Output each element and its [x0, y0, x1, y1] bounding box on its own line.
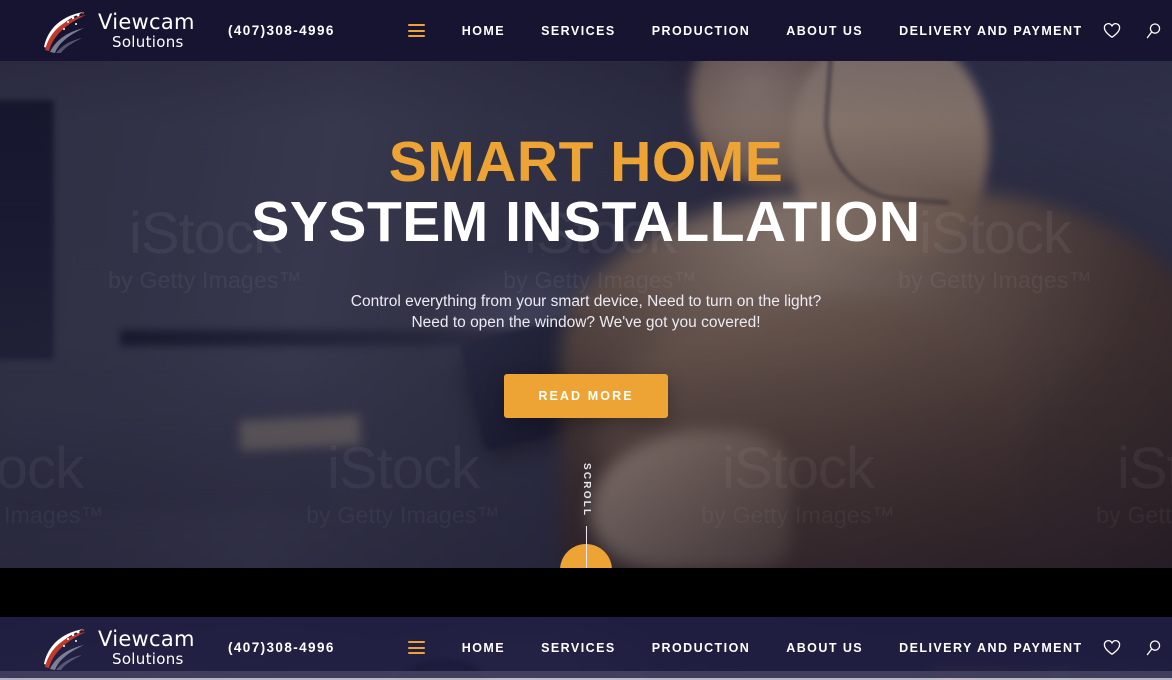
logo-name-line1: Viewcam: [98, 9, 195, 34]
nav-item-home[interactable]: HOME: [444, 24, 523, 38]
hamburger-line: [407, 646, 425, 649]
search-button-secondary[interactable]: [1143, 637, 1165, 659]
swoosh-logo-icon: [38, 626, 94, 670]
site-header-secondary: Viewcam Solutions (407)308-4996 HOME SER…: [0, 617, 1172, 678]
black-divider-band: [0, 568, 1172, 617]
main-navigation-secondary: HOME SERVICES PRODUCTION ABOUT US DELIVE…: [407, 641, 1101, 655]
logo-name-line2: Solutions: [112, 32, 184, 51]
read-more-button[interactable]: READ MORE: [504, 374, 668, 419]
logo-name-line2: Solutions: [112, 649, 184, 668]
magnifier-icon: [1146, 22, 1160, 38]
site-header: Viewcam Solutions (407)308-4996 HOME SER…: [0, 0, 1172, 61]
header-actions: [1101, 20, 1172, 42]
search-button[interactable]: [1143, 20, 1165, 42]
logo-text: Viewcam Solutions: [98, 9, 195, 51]
wishlist-button[interactable]: [1101, 20, 1123, 42]
nav-item-production[interactable]: PRODUCTION: [634, 24, 769, 38]
scroll-label: SCROLL: [581, 463, 592, 518]
nav-item-production-secondary[interactable]: PRODUCTION: [634, 641, 769, 655]
header-actions-secondary: [1101, 637, 1172, 659]
nav-item-about-us-secondary[interactable]: ABOUT US: [768, 641, 881, 655]
hamburger-line: [407, 652, 425, 654]
nav-item-services[interactable]: SERVICES: [523, 24, 634, 38]
nav-item-delivery-and-payment-secondary[interactable]: DELIVERY AND PAYMENT: [881, 641, 1100, 655]
header-phone[interactable]: (407)308-4996: [228, 23, 335, 38]
heart-icon: [1103, 639, 1120, 655]
logo-secondary[interactable]: Viewcam Solutions: [38, 626, 195, 670]
nav-item-home-secondary[interactable]: HOME: [444, 641, 523, 655]
nav-item-delivery-and-payment[interactable]: DELIVERY AND PAYMENT: [881, 24, 1100, 38]
hamburger-line: [407, 641, 425, 643]
logo[interactable]: Viewcam Solutions: [38, 9, 195, 53]
hamburger-line: [407, 29, 425, 32]
hamburger-line: [407, 24, 425, 26]
scroll-indicator[interactable]: SCROLL: [581, 463, 592, 568]
header-phone-secondary[interactable]: (407)308-4996: [228, 640, 335, 655]
logo-text-secondary: Viewcam Solutions: [98, 626, 195, 668]
hamburger-menu-icon[interactable]: [407, 24, 425, 37]
page-root: iStock by Getty Images™ iStock by Getty …: [0, 0, 1172, 680]
magnifier-icon: [1146, 639, 1160, 655]
nav-item-about-us[interactable]: ABOUT US: [768, 24, 881, 38]
wishlist-button-secondary[interactable]: [1101, 637, 1123, 659]
nav-item-services-secondary[interactable]: SERVICES: [523, 641, 634, 655]
swoosh-logo-icon: [38, 9, 94, 53]
heart-icon: [1103, 22, 1120, 38]
main-navigation: HOME SERVICES PRODUCTION ABOUT US DELIVE…: [407, 24, 1101, 38]
hero-section: iStock by Getty Images™ iStock by Getty …: [0, 0, 1172, 568]
logo-name-line1: Viewcam: [98, 626, 195, 651]
hamburger-menu-icon[interactable]: [407, 641, 425, 654]
hamburger-line: [407, 35, 425, 37]
scroll-line: [585, 526, 587, 568]
